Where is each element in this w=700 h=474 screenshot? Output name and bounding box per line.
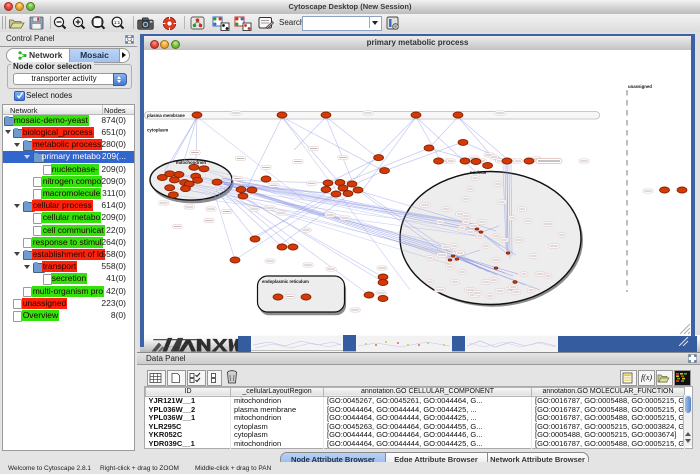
svg-text:nucleus: nucleus — [470, 170, 487, 175]
svg-text:cytoplasm: cytoplasm — [147, 128, 168, 133]
svg-text:1:1: 1:1 — [114, 20, 121, 25]
svg-text:unassigned: unassigned — [628, 84, 652, 89]
svg-text:endoplasmic reticulum: endoplasmic reticulum — [262, 279, 309, 284]
svg-text:plasma membrane: plasma membrane — [147, 113, 185, 118]
svg-text:mitochondrion: mitochondrion — [176, 160, 206, 165]
